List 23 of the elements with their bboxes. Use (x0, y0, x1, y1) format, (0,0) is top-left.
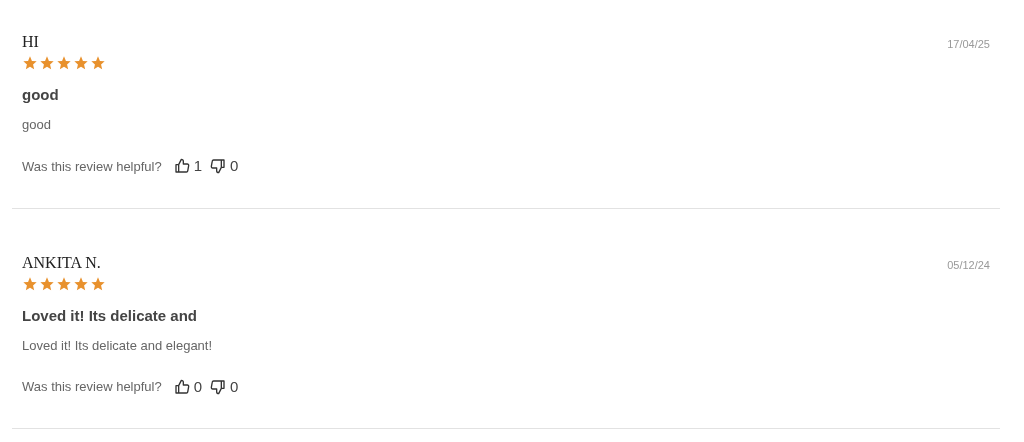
helpful-prompt: Was this review helpful? (22, 157, 162, 176)
review-date: 05/12/24 (947, 257, 990, 273)
review-date: 17/04/25 (947, 37, 990, 52)
downvote-button[interactable]: 0 (210, 375, 239, 398)
review-title: good (22, 85, 60, 105)
star-icon (90, 55, 106, 71)
review-title: Loved it! Its delicate and (22, 305, 199, 326)
helpful-prompt: Was this review helpful? (22, 378, 162, 396)
thumbs-down-icon (210, 378, 227, 395)
star-icon (39, 55, 55, 71)
star-icon (22, 55, 38, 71)
review-body: Loved it! Its delicate and elegant! (22, 336, 214, 355)
downvote-button[interactable]: 0 (210, 155, 239, 178)
thumbs-down-icon (210, 158, 227, 175)
thumbs-up-icon (173, 378, 190, 395)
upvote-button[interactable]: 0 (173, 375, 203, 398)
upvote-button[interactable]: 1 (173, 155, 203, 178)
reviewer-name: ANKITA N. (22, 252, 102, 273)
star-icon (56, 55, 72, 71)
star-icon (73, 55, 89, 71)
thumbs-up-icon (173, 158, 190, 175)
review-body: good (22, 116, 52, 134)
reviewer-name: HI (22, 32, 40, 52)
